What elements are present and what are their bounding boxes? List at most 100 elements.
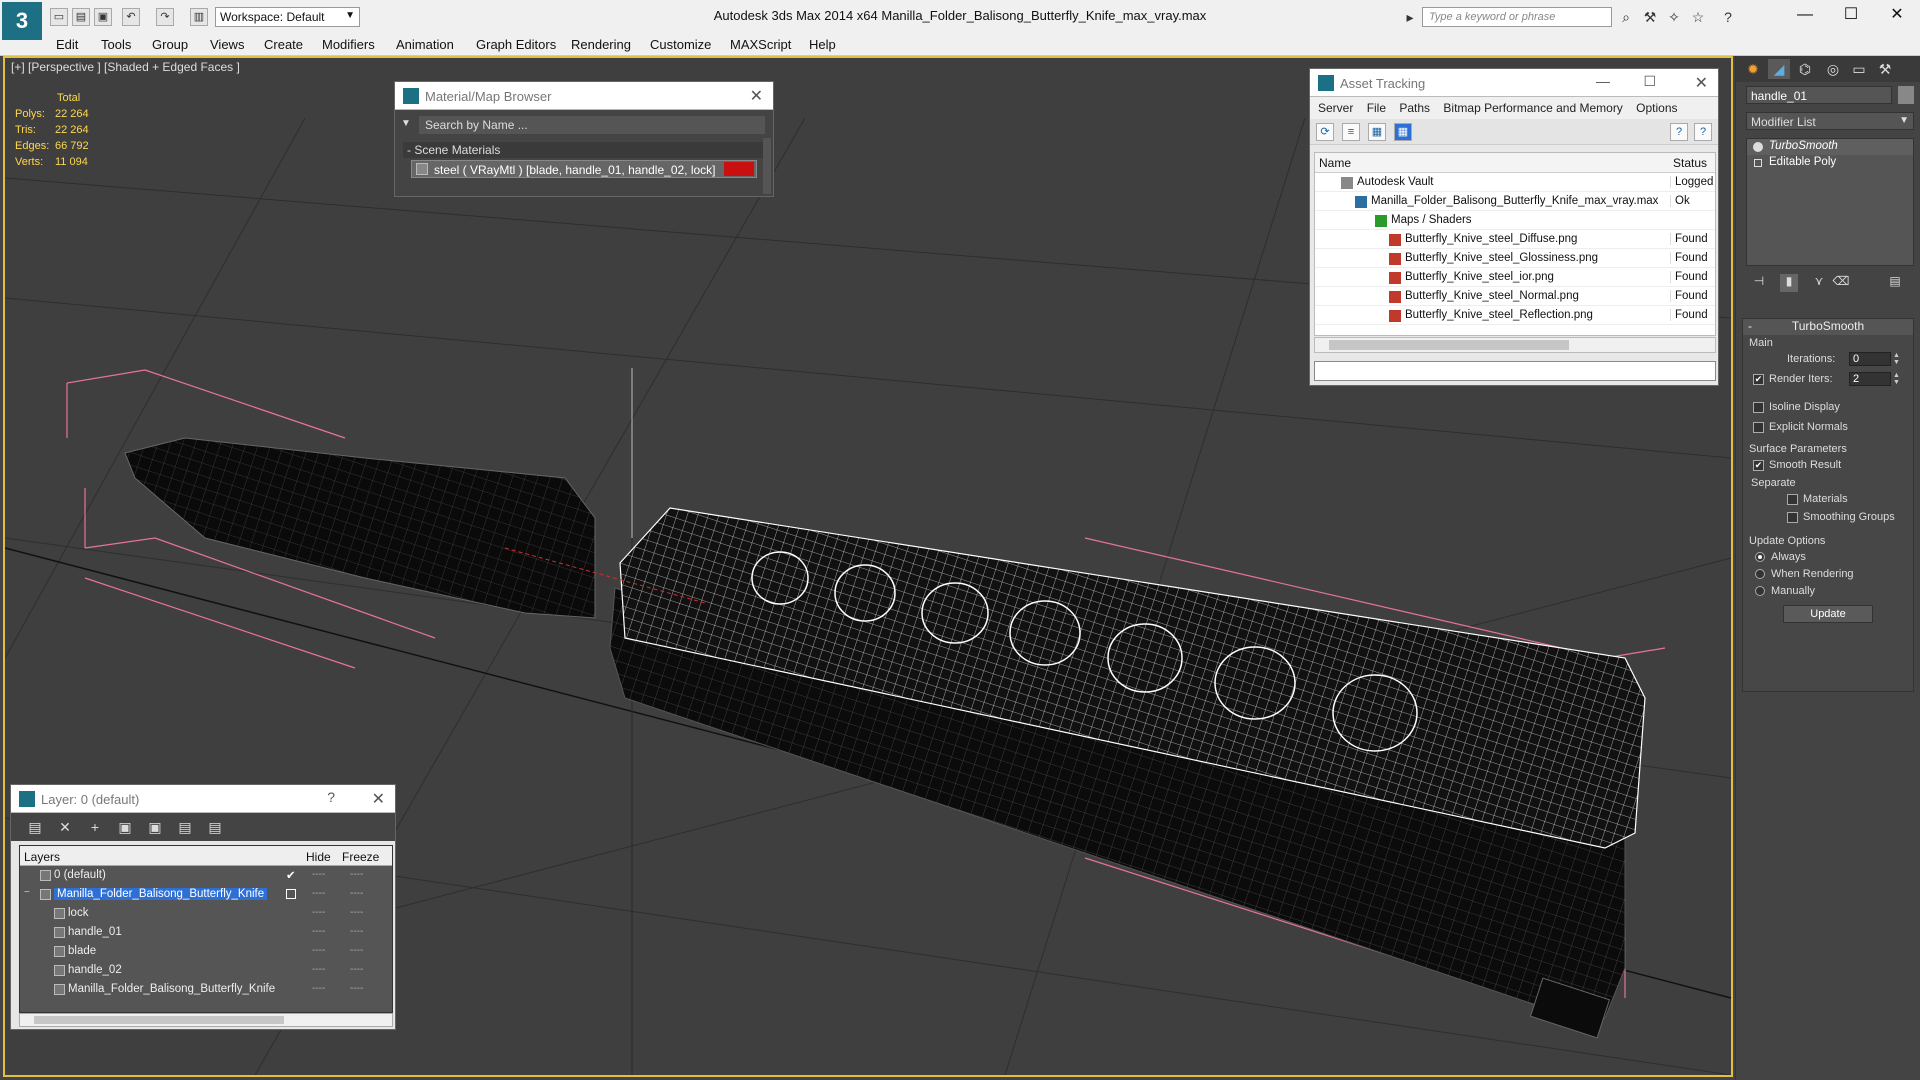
help-icon[interactable]: ? [1670,123,1688,141]
asset-tracking-titlebar[interactable]: Asset Tracking — ☐ ✕ [1310,69,1718,97]
help-icon[interactable]: ? [1718,8,1738,26]
highlight-layer-icon[interactable]: ▣ [145,818,165,836]
select-objects-icon[interactable]: ▣ [115,818,135,836]
asset-menu-file[interactable]: File [1367,101,1386,115]
spinner-arrows-icon[interactable]: ▲ ▼ [1893,352,1901,366]
collapse-icon[interactable]: − [24,887,30,898]
layer-row[interactable]: handle_01 ---- ---- [20,923,392,942]
modify-tab-icon[interactable]: ◢ [1768,59,1790,79]
minimize-icon[interactable]: — [1596,73,1610,89]
scrollbar-thumb[interactable] [1329,340,1569,350]
save-file-icon[interactable]: ▣ [94,8,112,26]
layer-row[interactable]: 0 (default) ✔ ---- ---- [20,866,392,885]
table-row[interactable]: Manilla_Folder_Balisong_Butterfly_Knife_… [1315,192,1715,211]
set-current-layer-icon[interactable] [286,889,296,899]
expand-arrow-icon[interactable]: ▸ [1400,8,1420,26]
list-view-icon[interactable]: ≡ [1342,123,1360,141]
iterations-spinner[interactable]: 0 [1849,352,1891,366]
menu-graph-editors[interactable]: Graph Editors [476,37,556,52]
asset-menu-paths[interactable]: Paths [1399,101,1430,115]
minimize-button[interactable]: — [1782,0,1828,30]
pin-stack-icon[interactable]: ⊣ [1750,274,1768,292]
maximize-button[interactable]: ☐ [1828,0,1874,30]
column-name[interactable]: Name [1319,156,1351,170]
display-tab-icon[interactable]: ▭ [1848,59,1870,79]
layer-horizontal-scrollbar[interactable] [19,1013,393,1027]
make-unique-icon[interactable]: ⋎ [1810,274,1828,292]
table-row[interactable]: Butterfly_Knive_steel_Normal.png Found [1315,287,1715,306]
stack-item-editable-poly[interactable]: Editable Poly [1747,155,1913,171]
asset-menu-server[interactable]: Server [1318,101,1353,115]
refresh-icon[interactable]: ⟳ [1316,123,1334,141]
menu-modifiers[interactable]: Modifiers [322,37,375,52]
workspace-dropdown[interactable]: Workspace: Default ▼ [215,7,360,27]
favorites-star-icon[interactable]: ☆ [1688,8,1708,26]
table-row[interactable]: Autodesk Vault Logged Out [1315,173,1715,192]
binoculars-icon[interactable]: ⌕ [1616,8,1636,26]
redo-icon[interactable]: ↷ [156,8,174,26]
menu-maxscript[interactable]: MAXScript [730,37,791,52]
table-row[interactable]: Butterfly_Knive_steel_ior.png Found [1315,268,1715,287]
menu-help[interactable]: Help [809,37,836,52]
stack-item-turbosmooth[interactable]: TurboSmooth [1747,139,1913,155]
undo-icon[interactable]: ↶ [122,8,140,26]
lightbulb-icon[interactable] [1753,142,1763,152]
expand-plus-icon[interactable] [1754,159,1762,167]
context-help-icon[interactable]: ? [1694,123,1712,141]
update-when-rendering-radio[interactable] [1755,569,1765,579]
hide-all-layers-icon[interactable]: ▤ [175,818,195,836]
scene-materials-header[interactable]: - Scene Materials [403,142,763,158]
grid-view-icon[interactable]: ▦ [1394,123,1412,141]
column-status[interactable]: Status [1673,156,1707,170]
show-end-result-icon[interactable]: ▮ [1780,274,1798,292]
new-file-icon[interactable]: ▭ [50,8,68,26]
menu-create[interactable]: Create [264,37,303,52]
material-scrollbar[interactable] [763,138,771,194]
column-freeze[interactable]: Freeze [342,850,379,864]
search-input[interactable]: Type a keyword or phrase [1422,7,1612,27]
isoline-display-checkbox[interactable] [1753,402,1764,413]
layer-dialog-titlebar[interactable]: Layer: 0 (default) ? ✕ [11,785,395,813]
utilities-tab-icon[interactable]: ⚒ [1874,59,1896,79]
close-button[interactable]: ✕ [1874,0,1920,30]
app-logo-icon[interactable]: 3 [2,2,42,40]
material-row-steel[interactable]: steel ( VRayMtl ) [blade, handle_01, han… [411,160,757,178]
table-row[interactable]: Maps / Shaders [1315,211,1715,230]
layer-row[interactable]: Manilla_Folder_Balisong_Butterfly_Knife … [20,980,392,999]
layer-row-selected[interactable]: − Manilla_Folder_Balisong_Butterfly_Knif… [20,885,392,904]
smooth-result-checkbox[interactable]: ✔ [1753,460,1764,471]
collapse-icon[interactable]: - [1748,319,1752,333]
menu-animation[interactable]: Animation [396,37,454,52]
update-button[interactable]: Update [1783,605,1873,623]
separate-materials-checkbox[interactable] [1787,494,1798,505]
separate-smoothing-groups-checkbox[interactable] [1787,512,1798,523]
maximize-icon[interactable]: ☐ [1643,73,1656,90]
create-layer-icon[interactable]: ▤ [25,818,45,836]
table-view-icon[interactable]: ▦ [1368,123,1386,141]
open-file-icon[interactable]: ▤ [72,8,90,26]
close-icon[interactable]: ✕ [1695,73,1708,93]
menu-edit[interactable]: Edit [56,37,78,52]
create-tab-icon[interactable]: ✹ [1742,59,1764,79]
options-arrow-icon[interactable]: ▼ [401,118,411,129]
active-layer-check-icon[interactable]: ✔ [286,868,296,882]
menu-tools[interactable]: Tools [101,37,131,52]
freeze-all-layers-icon[interactable]: ▤ [205,818,225,836]
explicit-normals-checkbox[interactable] [1753,422,1764,433]
render-iters-checkbox[interactable]: ✔ [1753,374,1764,385]
scrollbar-thumb[interactable] [34,1016,284,1024]
menu-rendering[interactable]: Rendering [571,37,631,52]
layer-row[interactable]: lock ---- ---- [20,904,392,923]
layer-row[interactable]: handle_02 ---- ---- [20,961,392,980]
menu-group[interactable]: Group [152,37,188,52]
modifier-list-dropdown[interactable]: Modifier List ▼ [1746,112,1914,130]
menu-customize[interactable]: Customize [650,37,711,52]
layer-row[interactable]: blade ---- ---- [20,942,392,961]
hierarchy-tab-icon[interactable]: ⌬ [1794,59,1816,79]
update-always-radio[interactable] [1755,552,1765,562]
asset-path-field[interactable] [1314,361,1716,381]
table-row[interactable]: Butterfly_Knive_steel_Glossiness.png Fou… [1315,249,1715,268]
material-search-input[interactable]: Search by Name ... [419,116,765,134]
render-iters-spinner[interactable]: 2 [1849,372,1891,386]
asset-menu-options[interactable]: Options [1636,101,1677,115]
